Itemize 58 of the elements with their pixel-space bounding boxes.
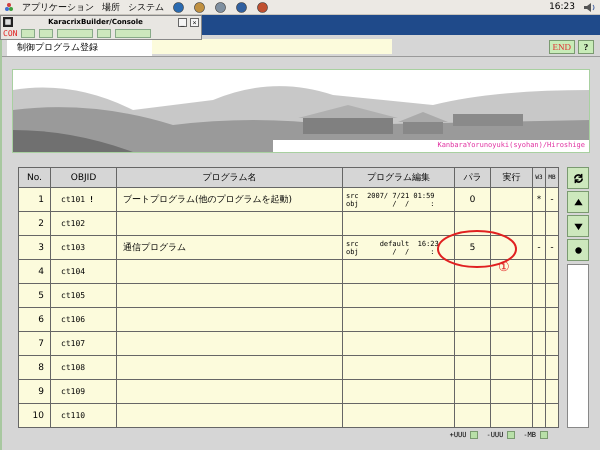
table-cell: ct101	[61, 195, 86, 204]
table-cell: ct107	[61, 339, 86, 348]
table-cell: 5	[454, 236, 490, 260]
dot-icon	[572, 244, 584, 256]
table-cell: -	[532, 236, 546, 260]
table-cell: ct105	[61, 291, 86, 300]
end-button[interactable]: END	[548, 40, 575, 54]
table-cell: ct103	[61, 243, 86, 252]
up-triangle-icon	[572, 196, 584, 208]
column-header: 実行	[490, 168, 532, 188]
toggle-button[interactable]	[507, 431, 516, 439]
table-cell: 5	[18, 284, 50, 308]
table-cell: 通信プログラム	[116, 236, 342, 260]
table-cell: *	[532, 188, 546, 212]
launcher-icon[interactable]	[214, 2, 227, 12]
down-button[interactable]	[567, 215, 589, 237]
table-cell: 2	[18, 212, 50, 236]
menu-item[interactable]: アプリケーション	[22, 0, 94, 14]
table-cell: 7	[18, 332, 50, 356]
table-cell: 9	[18, 380, 50, 404]
refresh-icon	[572, 172, 584, 184]
refresh-button[interactable]	[567, 167, 589, 189]
table-cell: ct104	[61, 267, 86, 276]
table-cell: 10	[18, 404, 50, 428]
speaker-icon[interactable]	[583, 2, 596, 12]
column-header: OBJID	[50, 168, 116, 188]
column-header: プログラム編集	[342, 168, 454, 188]
launcher-icon[interactable]	[235, 2, 248, 12]
column-header: プログラム名	[116, 168, 342, 188]
table-cell: 0	[454, 188, 490, 212]
table-cell: 3	[18, 236, 50, 260]
table-cell: ct106	[61, 315, 86, 324]
help-button[interactable]: ?	[578, 40, 594, 54]
clock: 16:23	[549, 2, 575, 12]
menu-item[interactable]: 場所	[102, 0, 120, 14]
column-header: パラ	[454, 168, 490, 188]
table-cell: ct108	[61, 363, 86, 372]
table-cell: ブートプログラム(他のプログラムを起動)	[116, 188, 342, 212]
table-cell: 4	[18, 260, 50, 284]
table-cell: -	[546, 188, 558, 212]
table-cell: -	[546, 236, 558, 260]
menu-item[interactable]: システム	[128, 0, 164, 14]
table-cell: ct102	[61, 219, 86, 228]
table-cell: ct109	[61, 387, 86, 396]
up-button[interactable]	[567, 191, 589, 213]
table-cell: 8	[18, 356, 50, 380]
launcher-icon[interactable]	[172, 2, 185, 12]
launcher-icon[interactable]	[256, 2, 269, 12]
warning-mark: !	[89, 195, 94, 204]
launcher-icon[interactable]	[193, 2, 206, 12]
table-cell: ct110	[61, 411, 86, 420]
table-cell: 6	[18, 308, 50, 332]
column-header: No.	[18, 168, 50, 188]
console-tag: CON	[3, 28, 18, 38]
toggle-button[interactable]	[540, 431, 548, 439]
toggle-button[interactable]	[470, 431, 478, 439]
table-cell: 1	[18, 188, 50, 212]
record-button[interactable]	[567, 239, 589, 261]
